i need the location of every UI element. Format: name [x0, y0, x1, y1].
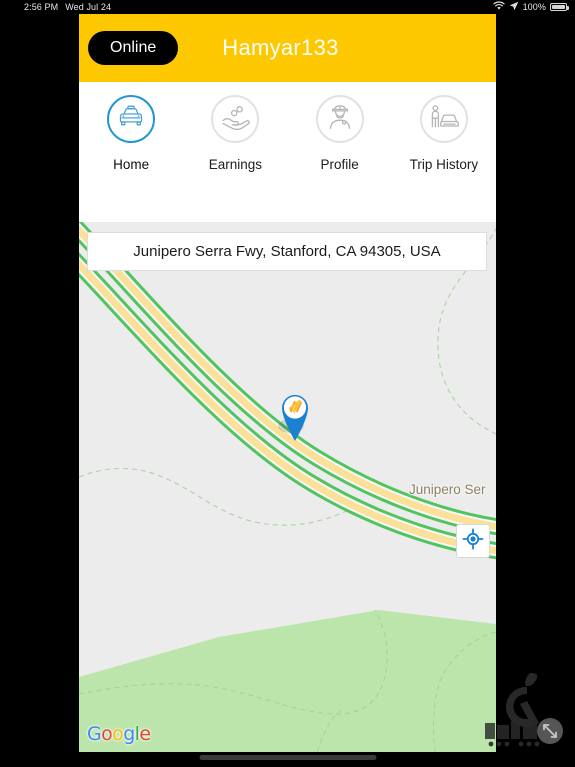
online-status-button[interactable]: Online	[88, 31, 179, 65]
battery-percent-label: 100%	[522, 2, 546, 12]
app-header: Online Hamyar133	[79, 14, 496, 82]
taxi-icon	[116, 105, 146, 134]
status-bar-date: Wed Jul 24	[65, 2, 112, 12]
nav-label-home: Home	[113, 157, 150, 172]
map-view[interactable]: Junipero Serra Fwy, Stanford, CA 94305, …	[79, 222, 496, 752]
nav-label-trip-history: Trip History	[409, 157, 479, 172]
nav-item-trip-history[interactable]: Trip History	[392, 95, 496, 172]
my-location-button[interactable]	[456, 524, 490, 558]
resize-arrows-icon	[537, 718, 563, 744]
app-window: Online Hamyar133 Home Earnings Profile T…	[79, 14, 496, 752]
device-screen: 2:56 PM Wed Jul 24 100% Online Hamyar133…	[0, 0, 575, 767]
nav-label-profile: Profile	[320, 157, 359, 172]
nav-item-profile[interactable]: Profile	[288, 95, 392, 172]
status-bar-left: 2:56 PM Wed Jul 24	[0, 2, 111, 12]
nav-item-home[interactable]: Home	[79, 95, 183, 172]
nav-earnings-circle	[211, 95, 260, 143]
status-bar-time: 2:56 PM	[24, 2, 59, 12]
nav-profile-circle	[315, 95, 364, 143]
status-bar-right: 100%	[492, 1, 575, 13]
driver-cap-icon	[326, 104, 354, 135]
wifi-icon	[492, 1, 505, 13]
hand-coins-icon	[220, 104, 251, 135]
address-field[interactable]: Junipero Serra Fwy, Stanford, CA 94305, …	[87, 232, 487, 271]
person-car-icon	[428, 104, 460, 135]
nav-trip-history-circle	[419, 95, 468, 143]
location-arrow-icon	[509, 1, 519, 13]
nav-label-earnings: Earnings	[208, 157, 263, 172]
status-bar: 2:56 PM Wed Jul 24 100%	[0, 0, 575, 14]
home-indicator-bar[interactable]	[199, 755, 376, 760]
map-canvas	[79, 222, 496, 752]
nav-home-circle	[107, 95, 156, 143]
nav-item-earnings[interactable]: Earnings	[183, 95, 287, 172]
map-marker-pin[interactable]	[275, 386, 315, 442]
battery-full-icon	[550, 3, 569, 11]
main-nav: Home Earnings Profile Trip History	[79, 82, 496, 222]
crosshair-target-icon	[462, 527, 484, 555]
driver-name-title: Hamyar133	[222, 35, 339, 60]
